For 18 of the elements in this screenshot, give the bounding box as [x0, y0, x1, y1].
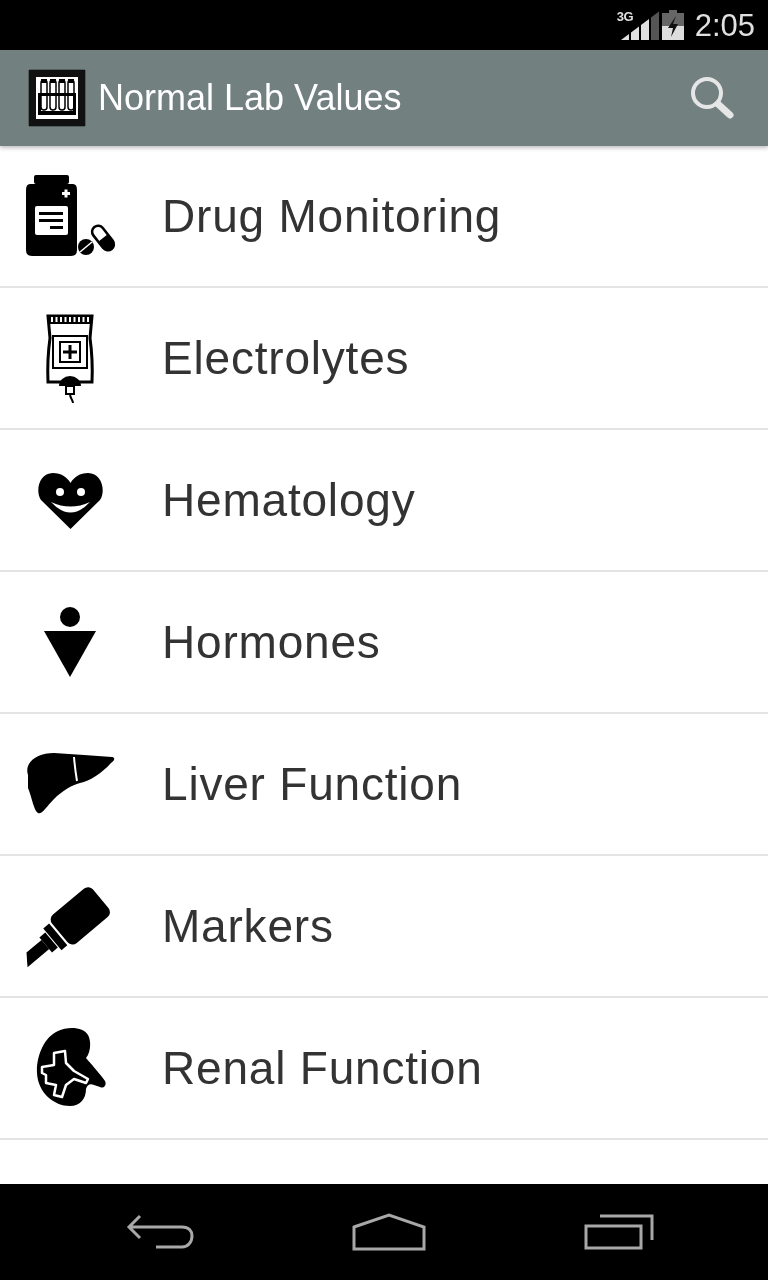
heart-face-icon: [36, 471, 104, 529]
back-button[interactable]: [126, 1214, 194, 1250]
search-icon: [689, 75, 736, 121]
home-icon: [352, 1213, 426, 1251]
network-type: 3G: [616, 9, 633, 24]
liver-icon: [24, 753, 116, 815]
home-button[interactable]: [352, 1213, 426, 1251]
battery-icon: [661, 10, 684, 40]
test-tube-rack-icon: [28, 69, 86, 127]
iv-bag-icon: [43, 312, 97, 404]
recents-icon: [584, 1214, 654, 1250]
figure-icon: [44, 607, 96, 677]
pill-bottle-icon: [24, 174, 116, 258]
recents-button[interactable]: [584, 1214, 654, 1250]
search-button[interactable]: [689, 75, 736, 121]
app-title: Normal Lab Values: [98, 80, 402, 116]
back-icon: [126, 1214, 194, 1250]
clock-time: 2:05: [694, 9, 755, 41]
